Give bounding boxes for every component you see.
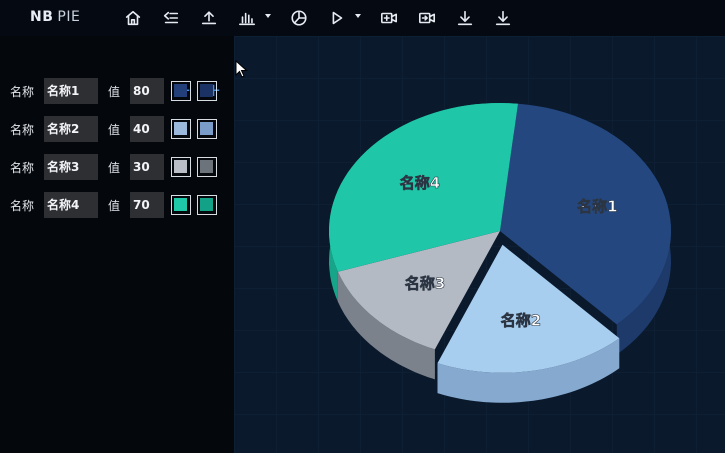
brand-light: PIE: [57, 9, 81, 25]
slice-label: 名称4: [400, 174, 440, 192]
download-alt-icon[interactable]: [491, 6, 515, 30]
side-color-swatch[interactable]: [197, 157, 217, 177]
pie-chart-icon[interactable]: [287, 6, 311, 30]
value-label: 值: [108, 199, 121, 213]
slice-label: 名称3: [405, 275, 445, 293]
value-label: 值: [108, 161, 121, 175]
chart-canvas: 名称1 名称2 名称3 名称4: [234, 36, 725, 453]
video-export-icon[interactable]: [415, 6, 439, 30]
slice-label: 名称1: [577, 198, 617, 216]
name-label: 名称: [10, 199, 35, 213]
value-label: 值: [108, 123, 121, 137]
side-color-swatch[interactable]: [197, 195, 217, 215]
video-add-icon[interactable]: [377, 6, 401, 30]
name-label: 名称: [10, 161, 35, 175]
name-label: 名称: [10, 123, 35, 137]
slice-label: 名称2: [501, 311, 541, 329]
mouse-cursor-icon: [235, 60, 248, 78]
value-input[interactable]: 40: [130, 116, 164, 142]
brand-bold: NB: [30, 9, 54, 25]
top-color-swatch[interactable]: [171, 195, 191, 215]
top-color-swatch[interactable]: [171, 81, 191, 101]
value-input[interactable]: 70: [130, 192, 164, 218]
app-logo: NB PIE: [30, 9, 80, 25]
value-input[interactable]: 80: [130, 78, 164, 104]
pie-chart: 名称1 名称2 名称3 名称4: [234, 36, 725, 453]
list-item: 名称 名称4 值 70: [0, 192, 234, 218]
list-item: 名称 名称3 值 30: [0, 154, 234, 180]
bar-chart-icon[interactable]: [235, 6, 259, 30]
side-color-swatch[interactable]: [197, 81, 217, 101]
name-input[interactable]: 名称3: [44, 154, 98, 180]
list-item: 名称 名称1 值 80: [0, 78, 234, 104]
chevron-down-icon[interactable]: [355, 14, 361, 18]
home-icon[interactable]: [121, 6, 145, 30]
name-label: 名称: [10, 85, 35, 99]
value-label: 值: [108, 85, 121, 99]
value-input[interactable]: 30: [130, 154, 164, 180]
name-input[interactable]: 名称4: [44, 192, 98, 218]
side-color-swatch[interactable]: [197, 119, 217, 139]
list-indent-icon[interactable]: [159, 6, 183, 30]
name-input[interactable]: 名称1: [44, 78, 98, 104]
chevron-down-icon[interactable]: [265, 14, 271, 18]
upload-icon[interactable]: [197, 6, 221, 30]
name-input[interactable]: 名称2: [44, 116, 98, 142]
top-color-swatch[interactable]: [171, 157, 191, 177]
list-item: 名称 名称2 值 40: [0, 116, 234, 142]
play-icon[interactable]: [325, 6, 349, 30]
download-icon[interactable]: [453, 6, 477, 30]
top-color-swatch[interactable]: [171, 119, 191, 139]
toolbar: NB PIE: [0, 0, 725, 36]
